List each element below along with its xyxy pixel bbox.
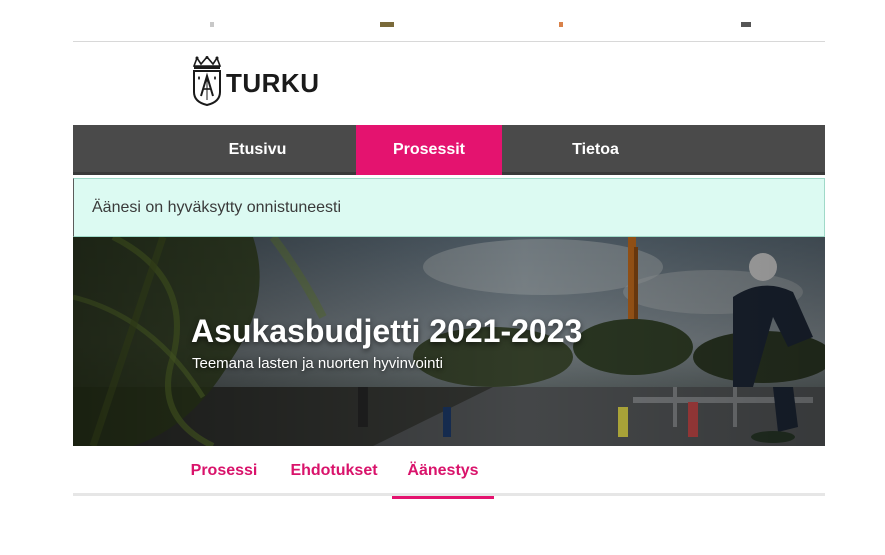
brand-name: TURKU — [226, 67, 320, 98]
hero-subtitle: Teemana lasten ja nuorten hyvinvointi — [192, 355, 443, 372]
success-flash-message: Äänesi on hyväksytty onnistuneesti — [73, 178, 825, 237]
tab-aanestys[interactable]: Äänestys — [392, 446, 494, 499]
cropped-icon-fragment — [210, 22, 214, 27]
main-navigation: Etusivu Prosessit Tietoa — [73, 125, 825, 175]
hero-banner: Asukasbudjetti 2021-2023 Teemana lasten … — [73, 237, 825, 446]
cropped-icon-fragment — [741, 22, 751, 27]
hero-title: Asukasbudjetti 2021-2023 — [191, 313, 583, 349]
nav-item-etusivu[interactable]: Etusivu — [190, 125, 325, 175]
nav-item-prosessit[interactable]: Prosessit — [356, 125, 502, 175]
top-header-strip — [73, 0, 825, 42]
nav-item-label: Etusivu — [228, 141, 287, 158]
flash-message-text: Äänesi on hyväksytty onnistuneesti — [92, 198, 342, 216]
turku-coat-of-arms-icon — [191, 55, 223, 111]
cropped-icon-fragment — [380, 22, 394, 27]
tab-label: Prosessi — [190, 462, 258, 479]
nav-item-tietoa[interactable]: Tietoa — [523, 125, 668, 175]
process-tabs: Prosessi Ehdotukset Äänestys — [73, 446, 825, 499]
tab-prosessi[interactable]: Prosessi — [180, 446, 268, 496]
tab-ehdotukset[interactable]: Ehdotukset — [278, 446, 390, 496]
tab-label: Ehdotukset — [290, 462, 378, 479]
site-logo[interactable]: TURKU — [191, 55, 320, 111]
nav-item-label: Tietoa — [572, 141, 619, 158]
cropped-icon-fragment — [559, 22, 563, 27]
nav-item-label: Prosessit — [392, 141, 466, 158]
tab-label: Äänestys — [407, 462, 479, 479]
